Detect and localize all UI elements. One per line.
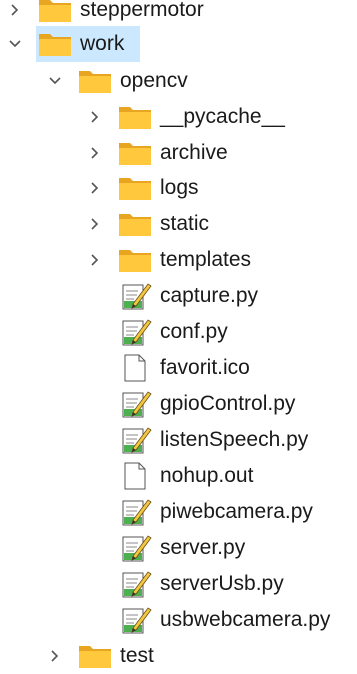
tree-item-label: listenSpeech.py (160, 428, 309, 451)
tree-item-label: opencv (120, 69, 188, 92)
tree-item-label: gpioControl.py (160, 392, 296, 415)
tree-folder-row[interactable]: logs (0, 170, 357, 206)
tree-file-row[interactable]: server.py (0, 530, 357, 566)
tree-file-row[interactable]: favorit.ico (0, 350, 357, 386)
tree-folder-row[interactable]: steppermotor (0, 0, 357, 28)
tree-folder-row[interactable]: static (0, 206, 357, 242)
tree-item-label: logs (160, 176, 199, 199)
tree-item-label: __pycache__ (160, 105, 285, 128)
chevron-right-icon[interactable] (88, 217, 102, 231)
tree-file-row[interactable]: piwebcamera.py (0, 494, 357, 530)
python-file-icon (118, 282, 152, 310)
chevron-right-icon[interactable] (8, 3, 22, 17)
folder-icon (118, 246, 152, 274)
chevron-down-icon[interactable] (48, 74, 62, 88)
file-icon (118, 354, 152, 382)
python-file-icon (118, 498, 152, 526)
folder-icon (38, 0, 72, 24)
tree-file-row[interactable]: listenSpeech.py (0, 422, 357, 458)
tree-item-label: piwebcamera.py (160, 500, 313, 523)
tree-item-label: steppermotor (80, 0, 204, 21)
folder-icon (78, 642, 112, 670)
tree-item-label: usbwebcamera.py (160, 608, 331, 631)
file-icon (118, 462, 152, 490)
folder-icon (118, 174, 152, 202)
chevron-right-icon[interactable] (88, 110, 102, 124)
python-file-icon (118, 570, 152, 598)
folder-icon (38, 30, 72, 58)
tree-file-row[interactable]: capture.py (0, 278, 357, 314)
tree-file-row[interactable]: conf.py (0, 314, 357, 350)
tree-file-row[interactable]: gpioControl.py (0, 386, 357, 422)
tree-folder-row[interactable]: work (9, 26, 140, 62)
folder-icon (118, 139, 152, 167)
tree-item-label: work (80, 32, 125, 55)
python-file-icon (118, 318, 152, 346)
tree-item-label: static (160, 212, 210, 235)
tree-item-label: templates (160, 248, 252, 271)
tree-item-label: test (120, 644, 154, 667)
python-file-icon (118, 606, 152, 634)
tree-item-label: capture.py (160, 284, 259, 307)
folder-icon (78, 67, 112, 95)
python-file-icon (118, 426, 152, 454)
tree-item-label: favorit.ico (160, 356, 250, 379)
tree-folder-row[interactable]: opencv (0, 63, 357, 99)
tree-folder-row[interactable]: __pycache__ (0, 99, 357, 135)
tree-item-label: archive (160, 141, 228, 164)
chevron-right-icon[interactable] (88, 181, 102, 195)
tree-item-label: serverUsb.py (160, 572, 284, 595)
python-file-icon (118, 390, 152, 418)
tree-file-row[interactable]: serverUsb.py (0, 566, 357, 602)
tree-file-row[interactable]: usbwebcamera.py (0, 602, 357, 638)
chevron-right-icon[interactable] (88, 253, 102, 267)
folder-icon (118, 103, 152, 131)
tree-item-label: server.py (160, 536, 246, 559)
chevron-down-icon[interactable] (8, 37, 22, 51)
tree-folder-row[interactable]: archive (0, 135, 357, 171)
folder-icon (118, 210, 152, 238)
chevron-right-icon[interactable] (88, 146, 102, 160)
tree-item-label: nohup.out (160, 464, 254, 487)
tree-item-label: conf.py (160, 320, 228, 343)
tree-folder-row[interactable]: templates (0, 242, 357, 278)
python-file-icon (118, 534, 152, 562)
tree-file-row[interactable]: nohup.out (0, 458, 357, 494)
chevron-right-icon[interactable] (48, 649, 62, 663)
tree-folder-row[interactable]: test (0, 638, 357, 674)
